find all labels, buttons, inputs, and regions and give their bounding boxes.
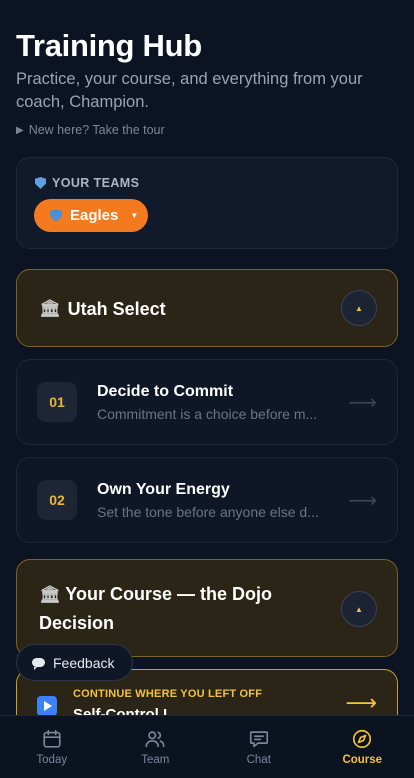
section-title-text: 🏛 Your Course — the Dojo Decision bbox=[39, 580, 329, 637]
section-title-text: Utah Select bbox=[67, 299, 166, 319]
chevron-down-icon: ▼ bbox=[130, 211, 139, 220]
play-icon bbox=[37, 696, 57, 716]
arrow-right-icon: ⟶ bbox=[348, 490, 377, 512]
speech-bubble-icon bbox=[32, 658, 45, 670]
lesson-subtitle: Commitment is a choice before m... bbox=[97, 406, 318, 422]
team-selector-button[interactable]: Eagles ▼ bbox=[34, 199, 148, 232]
people-icon bbox=[145, 731, 165, 748]
tab-team[interactable]: Team bbox=[104, 716, 208, 778]
lesson-subtitle: Set the tone before anyone else d... bbox=[97, 504, 319, 520]
collapse-toggle-button[interactable]: ▲ bbox=[341, 290, 377, 326]
tab-label: Today bbox=[36, 754, 68, 766]
lesson-number: 01 bbox=[37, 382, 77, 422]
tab-course[interactable]: Course bbox=[311, 716, 414, 778]
collapse-toggle-button[interactable]: ▲ bbox=[341, 591, 377, 627]
section-header-utah-select[interactable]: 🏛 Utah Select ▲ bbox=[16, 269, 398, 347]
teams-card: YOUR TEAMS Eagles ▼ bbox=[16, 157, 398, 249]
section-header-your-course[interactable]: 🏛 Your Course — the Dojo Decision ▲ bbox=[16, 559, 398, 657]
lesson-number: 02 bbox=[37, 480, 77, 520]
bottom-tab-bar: Today Team Chat Course bbox=[0, 715, 414, 778]
tab-label: Chat bbox=[246, 754, 271, 766]
tab-label: Course bbox=[342, 754, 383, 766]
play-triangle-icon: ▶ bbox=[16, 124, 24, 136]
page-subtitle: Practice, your course, and everything fr… bbox=[16, 70, 363, 111]
teams-label: YOUR TEAMS bbox=[35, 176, 139, 190]
tour-link[interactable]: ▶ New here? Take the tour bbox=[16, 123, 165, 137]
chevron-up-icon: ▲ bbox=[355, 604, 363, 614]
teams-label-text: YOUR TEAMS bbox=[52, 176, 140, 190]
institution-icon: 🏛 bbox=[39, 585, 61, 604]
chevron-up-icon: ▲ bbox=[355, 303, 363, 313]
team-selector-label: Eagles bbox=[70, 207, 119, 224]
compass-icon bbox=[353, 729, 372, 749]
lesson-title: Decide to Commit bbox=[97, 383, 234, 400]
shield-icon bbox=[35, 177, 46, 189]
institution-icon: 🏛 bbox=[39, 299, 61, 318]
chat-icon bbox=[249, 731, 268, 748]
lesson-card[interactable]: 02 Own Your Energy Set the tone before a… bbox=[16, 457, 398, 543]
lesson-card[interactable]: 01 Decide to Commit Commitment is a choi… bbox=[16, 359, 398, 445]
arrow-right-icon: ⟶ bbox=[348, 392, 377, 414]
section-title-label: Your Course — the Dojo Decision bbox=[39, 584, 272, 633]
feedback-label: Feedback bbox=[53, 654, 115, 671]
shield-icon bbox=[50, 209, 62, 222]
tab-today[interactable]: Today bbox=[0, 716, 104, 778]
feedback-button[interactable]: Feedback bbox=[16, 644, 133, 681]
lesson-title: Own Your Energy bbox=[97, 481, 230, 498]
section-title: 🏛 Utah Select bbox=[39, 295, 166, 323]
page-title: Training Hub bbox=[16, 28, 202, 63]
tab-label: Team bbox=[141, 754, 170, 766]
continue-label: CONTINUE WHERE YOU LEFT OFF bbox=[73, 688, 263, 700]
calendar-icon bbox=[43, 729, 61, 748]
arrow-right-icon: ⟶ bbox=[345, 690, 377, 715]
tab-chat[interactable]: Chat bbox=[207, 716, 311, 778]
tour-link-label: New here? Take the tour bbox=[28, 123, 165, 137]
section-title: 🏛 Your Course — the Dojo Decision bbox=[39, 580, 329, 637]
training-hub-screen: Training Hub Practice, your course, and … bbox=[0, 0, 414, 778]
